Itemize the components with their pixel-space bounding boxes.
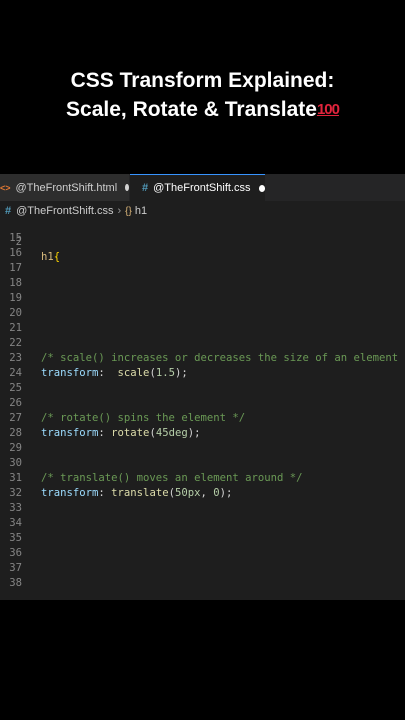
- symbol-icon: {}: [125, 205, 132, 217]
- css-function: translate: [111, 487, 169, 499]
- css-property: transform: [41, 487, 99, 499]
- breadcrumb-file[interactable]: @TheFrontShift.css: [16, 205, 113, 217]
- tab-html-file[interactable]: <> @TheFrontShift.html: [0, 174, 129, 201]
- title-line-1: CSS Transform Explained:: [70, 69, 335, 92]
- css-selector: h1: [41, 251, 54, 263]
- line-number: 15: [9, 232, 22, 244]
- line-number: 36: [9, 547, 22, 559]
- css-value: 0: [213, 487, 220, 499]
- breadcrumb-symbol[interactable]: h1: [135, 205, 147, 217]
- code-line-translate: transform: translate(50px, 0);: [41, 487, 233, 499]
- code-line-scale: transform: scale(1.5);: [41, 367, 188, 379]
- line-number: 19: [9, 292, 22, 304]
- code-comment: /* scale() increases or decreases the si…: [41, 352, 405, 364]
- tab-css-file[interactable]: # @TheFrontShift.css: [130, 174, 265, 201]
- line-number: 38: [9, 577, 22, 589]
- css-file-icon: #: [5, 205, 12, 217]
- css-value: 45deg: [155, 427, 188, 439]
- code-line-scale-comment: /* scale() increases or decreases the si…: [0, 336, 405, 364]
- title-line-2-text: Scale, Rotate & Translate: [66, 98, 317, 121]
- code-editor: <> @TheFrontShift.html # @TheFrontShift.…: [0, 174, 405, 600]
- css-value: 50px: [174, 487, 201, 499]
- tab-label: @TheFrontShift.css: [153, 182, 251, 194]
- chevron-right-icon: ›: [117, 205, 122, 217]
- line-number: 18: [9, 277, 22, 289]
- css-value: 1.5: [155, 367, 175, 379]
- video-title: CSS Transform Explained: Scale, Rotate &…: [0, 66, 405, 124]
- unsaved-dot-icon: [258, 184, 265, 192]
- line-number: 16: [9, 247, 22, 259]
- line-number: 35: [9, 532, 22, 544]
- tab-label: @TheFrontShift.html: [15, 181, 118, 194]
- title-line-2: Scale, Rotate & Translate100: [0, 95, 405, 124]
- css-property: transform: [41, 367, 99, 379]
- line-number: 21: [9, 322, 22, 334]
- html-file-icon: <>: [0, 182, 11, 193]
- css-file-icon: #: [142, 182, 149, 194]
- line-number: 37: [9, 562, 22, 574]
- tab-bar: <> @TheFrontShift.html # @TheFrontShift.…: [0, 174, 405, 201]
- code-line-rotate: transform: rotate(45deg);: [41, 427, 201, 439]
- code-line-translate-comment: /* translate() moves an element around *…: [0, 456, 303, 484]
- code-line-rotate-comment: /* rotate() spins the element */: [0, 396, 245, 424]
- open-brace: {: [53, 251, 61, 263]
- css-function: scale: [117, 367, 150, 379]
- breadcrumb: # @TheFrontShift.css › {} h1: [0, 201, 405, 221]
- css-property: transform: [41, 427, 99, 439]
- line-number: 17: [9, 262, 22, 274]
- line-number: 34: [9, 517, 22, 529]
- line-number: 20: [9, 307, 22, 319]
- css-function: rotate: [111, 427, 150, 439]
- code-comment: /* rotate() spins the element */: [41, 412, 246, 424]
- hundred-points-icon: 100: [316, 101, 340, 118]
- unsaved-dot-icon: [125, 184, 129, 191]
- code-comment: /* translate() moves an element around *…: [41, 472, 303, 484]
